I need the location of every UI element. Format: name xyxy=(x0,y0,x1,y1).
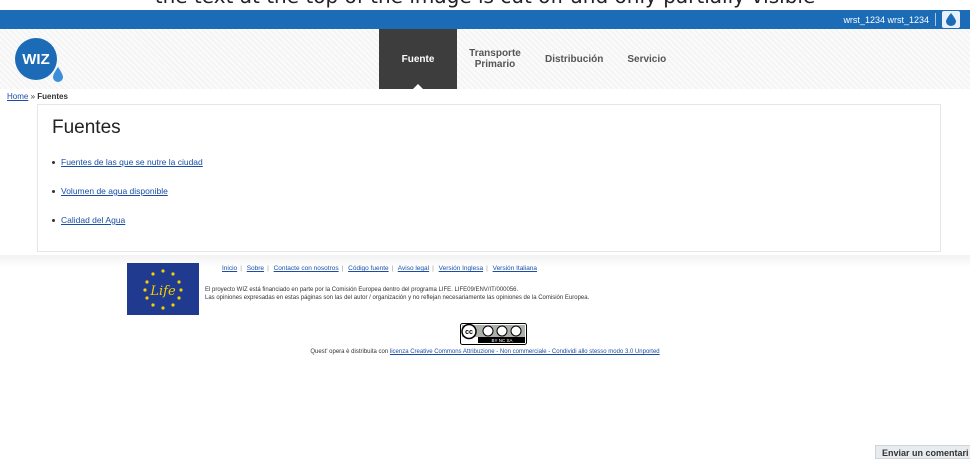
cropped-caption: the text at the top of the image is cut … xyxy=(0,0,970,10)
svg-text:WIZ: WIZ xyxy=(22,51,50,68)
send-comment-button[interactable]: Enviar un comentari xyxy=(875,445,970,459)
footer-link-italiana[interactable]: Versión Italiana xyxy=(493,265,537,272)
pipe-divider: | xyxy=(432,265,434,272)
pipe-divider: | xyxy=(391,265,394,272)
top-bar: wrst_1234 wrst_1234 xyxy=(0,10,970,29)
breadcrumb: Home » Fuentes xyxy=(7,92,68,101)
site-header: WIZ Fuente Transporte Primario Distribuc… xyxy=(0,29,970,89)
list-item: Calidad del Agua xyxy=(52,215,203,225)
footer-link-contacte[interactable]: Contacte con nosotros xyxy=(274,265,339,272)
footer-link-sobre[interactable]: Sobre xyxy=(247,265,264,272)
pipe-divider: | xyxy=(267,265,269,272)
wiz-logo[interactable]: WIZ xyxy=(14,37,64,83)
page-title: Fuentes xyxy=(52,117,121,138)
footer-link-codigo[interactable]: Código fuente xyxy=(348,265,388,272)
link-fuentes-ciudad[interactable]: Fuentes de las que se nutre la ciudad xyxy=(61,157,203,167)
funding-notice: El proyecto WIZ está financiado en parte… xyxy=(205,286,589,302)
bullet-icon xyxy=(52,160,55,164)
license-notice: Quest' opera è distribuita con licenza C… xyxy=(0,349,970,355)
link-calidad-agua[interactable]: Calidad del Agua xyxy=(61,215,125,225)
nav-transporte-primario[interactable]: Transporte Primario xyxy=(457,29,533,89)
creative-commons-badge[interactable]: cc BY NC SA xyxy=(460,323,527,345)
link-volumen-agua[interactable]: Volumen de agua disponible xyxy=(61,186,168,196)
breadcrumb-current: Fuentes xyxy=(37,92,68,101)
water-drop-icon[interactable] xyxy=(942,11,960,28)
footer-link-inicio[interactable]: Inicio xyxy=(222,265,237,272)
breadcrumb-home[interactable]: Home xyxy=(7,92,28,101)
funding-line-2: Las opiniones expresadas en estas página… xyxy=(205,295,590,301)
user-box: wrst_1234 wrst_1234 xyxy=(843,10,960,29)
svg-text:Life: Life xyxy=(149,284,176,299)
footer-link-inglesa[interactable]: Versión Inglesa xyxy=(439,265,483,272)
license-prefix: Quest' opera è distribuita con xyxy=(310,349,389,355)
pipe-divider: | xyxy=(341,265,344,272)
footer-links: Inicio | Sobre | Contacte con nosotros | Có… xyxy=(222,265,537,272)
funding-line-1: El proyecto WIZ está financiado en parte… xyxy=(205,287,519,293)
breadcrumb-separator: » xyxy=(30,92,36,101)
license-link[interactable]: licenza Creative Commons Attribuzione - … xyxy=(390,349,660,355)
svg-text:BY NC SA: BY NC SA xyxy=(492,338,513,343)
svg-text:cc: cc xyxy=(465,329,473,336)
footer-link-aviso[interactable]: Aviso legal xyxy=(398,265,429,272)
list-item: Fuentes de las que se nutre la ciudad xyxy=(52,157,203,167)
nav-fuente[interactable]: Fuente xyxy=(379,29,457,89)
main-nav: Fuente Transporte Primario Distribución … xyxy=(379,29,678,89)
pipe-divider: | xyxy=(486,265,488,272)
link-list: Fuentes de las que se nutre la ciudad Vo… xyxy=(52,157,203,244)
content-box: Fuentes Fuentes de las que se nutre la c… xyxy=(37,104,941,252)
eu-life-logo: Life xyxy=(127,263,199,315)
user-name[interactable]: wrst_1234 wrst_1234 xyxy=(843,15,929,25)
pipe-divider: | xyxy=(240,265,242,272)
bullet-icon xyxy=(52,218,55,222)
nav-servicio[interactable]: Servicio xyxy=(615,29,678,89)
nav-distribucion[interactable]: Distribución xyxy=(533,29,615,89)
bullet-icon xyxy=(52,189,55,193)
divider xyxy=(935,13,936,26)
list-item: Volumen de agua disponible xyxy=(52,186,203,196)
